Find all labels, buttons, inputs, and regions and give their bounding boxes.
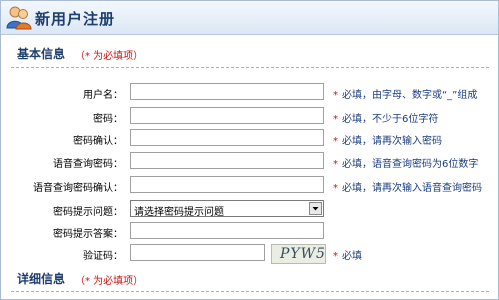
username-label: 用户名： [83,90,123,101]
hint-answer-label: 密码提示答案： [53,229,123,240]
captcha-label: 验证码： [83,251,123,262]
password-confirm-label: 密码确认： [73,136,123,147]
username-hint: * 必填，由字母、数字或“_”组成 [333,90,478,101]
password-hint: * 必填，不少于6位字符 [333,114,439,125]
voice-password-label: 语音查询密码： [53,159,123,170]
basic-info-title: 基本信息 [17,47,66,61]
form-row-hint-question: 密码提示问题： 请选择密码提示问题 [1,200,498,219]
password-label: 密码： [93,114,123,125]
detail-info-title: 详细信息 [17,272,66,286]
section-divider [11,291,489,292]
voice-password-confirm-hint: * 必填，请再次输入语音查询密码 [333,183,482,194]
detail-info-header: 详细信息 （* 为必填项） [1,264,498,290]
form-row-voice-password: 语音查询密码： * 必填，语音查询密码为6位数字 [1,152,498,171]
hint-question-select[interactable]: 请选择密码提示问题 [130,200,324,218]
voice-password-confirm-label: 语音查询密码确认： [33,183,123,194]
chevron-down-icon[interactable] [309,202,322,215]
form-row-username: 用户名： * 必填，由字母、数字或“_”组成 [1,83,498,102]
captcha-hint: * 必填 [333,251,362,262]
required-note: （* 为必填项） [75,51,144,62]
section-divider [11,67,489,68]
form-row-captcha: 验证码： PYW5 * 必填 [1,244,498,264]
captcha-input[interactable] [130,244,265,261]
voice-password-input[interactable] [130,152,324,169]
form-row-password: 密码： * 必填，不少于6位字符 [1,107,498,126]
password-input[interactable] [130,107,324,124]
registration-panel: 新用户注册 基本信息 （* 为必填项） 用户名： * 必填，由字母、数字或“_”组… [0,0,499,300]
users-icon [6,4,32,30]
title-bar: 新用户注册 [1,1,498,35]
page-title: 新用户注册 [35,10,116,28]
captcha-text: PYW5 [280,246,326,262]
password-confirm-input[interactable] [130,129,324,146]
captcha-image[interactable]: PYW5 [271,244,326,264]
basic-info-header: 基本信息 （* 为必填项） [1,39,498,65]
form-row-hint-answer: 密码提示答案： [1,222,498,241]
hint-answer-input[interactable] [130,222,324,239]
detail-required-note: （* 为必填项） [75,276,144,287]
voice-password-hint: * 必填，语音查询密码为6位数字 [333,159,479,170]
hint-question-value: 请选择密码提示问题 [134,207,224,218]
password-confirm-hint: * 必填，请再次输入密码 [333,136,442,147]
username-input[interactable] [130,83,324,100]
voice-password-confirm-input[interactable] [130,176,324,193]
form-row-password-confirm: 密码确认： * 必填，请再次输入密码 [1,129,498,148]
form-row-voice-password-confirm: 语音查询密码确认： * 必填，请再次输入语音查询密码 [1,176,498,195]
hint-question-label: 密码提示问题： [53,207,123,218]
